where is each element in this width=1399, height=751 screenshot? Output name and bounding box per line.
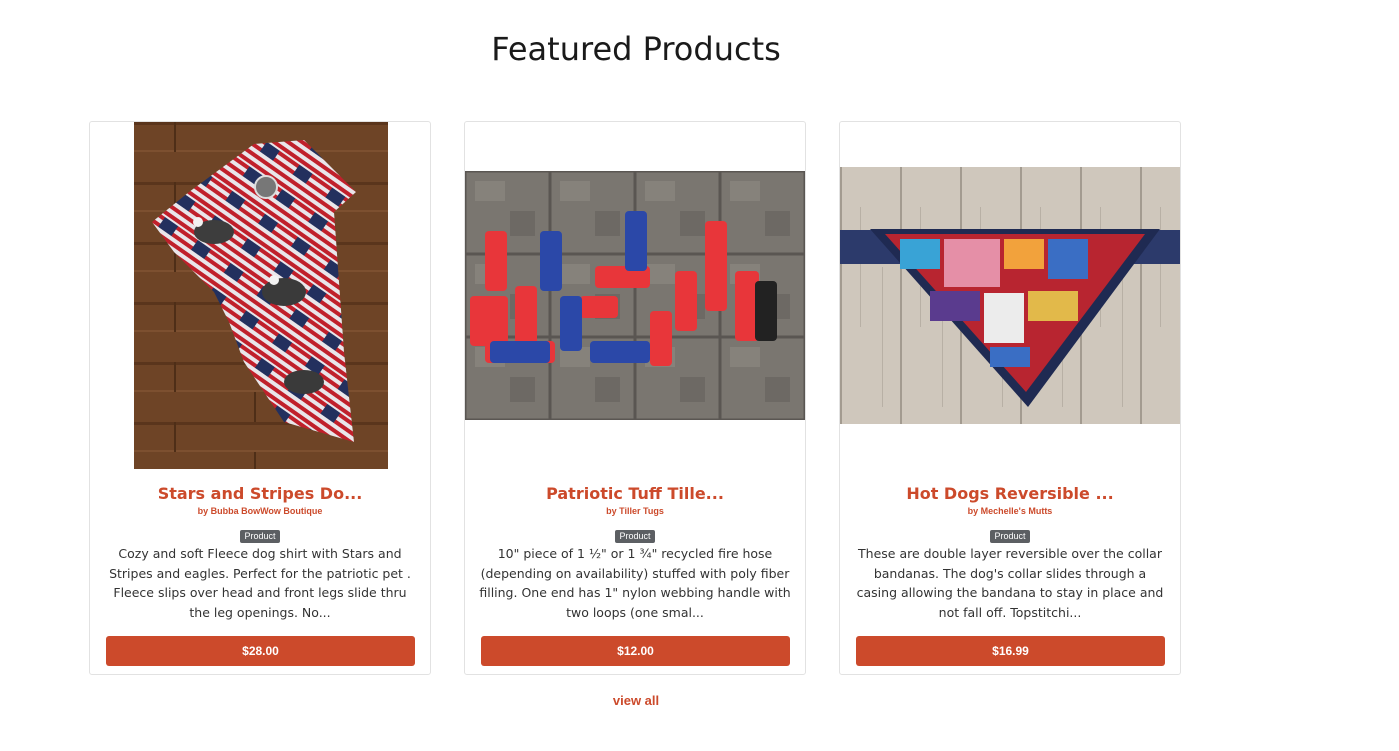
product-card[interactable]: Hot Dogs Reversible ... by Mechelle's Mu…: [839, 121, 1181, 675]
product-name[interactable]: Hot Dogs Reversible ...: [840, 484, 1180, 503]
product-description: Cozy and soft Fleece dog shirt with Star…: [109, 546, 411, 620]
product-vendor[interactable]: by Mechelle's Mutts: [840, 506, 1180, 516]
product-type-badge: Product: [240, 530, 280, 543]
price-button[interactable]: $16.99: [856, 636, 1165, 666]
product-type-badge: Product: [990, 530, 1030, 543]
product-vendor[interactable]: by Tiller Tugs: [465, 506, 805, 516]
price-button[interactable]: $12.00: [481, 636, 790, 666]
product-card[interactable]: Patriotic Tuff Tille... by Tiller Tugs P…: [464, 121, 806, 675]
product-description: 10" piece of 1 ½" or 1 ¾" recycled fire …: [479, 546, 791, 620]
product-card[interactable]: Stars and Stripes Do... by Bubba BowWow …: [89, 121, 431, 675]
product-image-bandana[interactable]: [840, 167, 1180, 424]
product-name[interactable]: Patriotic Tuff Tille...: [465, 484, 805, 503]
product-vendor[interactable]: by Bubba BowWow Boutique: [90, 506, 430, 516]
view-all-link[interactable]: view all: [0, 693, 1272, 708]
section-title: Featured Products: [491, 30, 781, 68]
product-image-tug-toys[interactable]: [465, 171, 805, 420]
product-image-dog-shirt[interactable]: [134, 122, 388, 469]
product-name[interactable]: Stars and Stripes Do...: [90, 484, 430, 503]
price-button[interactable]: $28.00: [106, 636, 415, 666]
product-description: These are double layer reversible over t…: [856, 546, 1164, 620]
product-type-badge: Product: [615, 530, 655, 543]
